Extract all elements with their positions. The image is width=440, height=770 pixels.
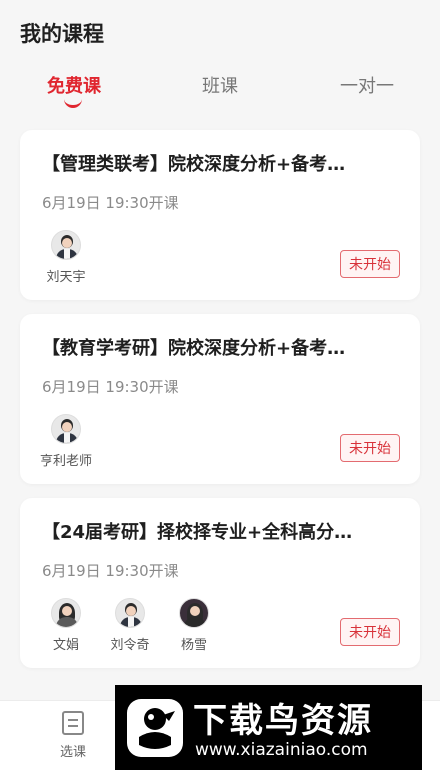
course-time: 6月19日 19:30开课 bbox=[42, 194, 179, 212]
watermark-url: www.xiazainiao.com bbox=[195, 740, 368, 760]
teacher-avatar bbox=[51, 414, 81, 444]
tab-class-courses[interactable]: 班课 bbox=[190, 72, 250, 98]
teacher-name: 杨雪 bbox=[180, 638, 207, 653]
page-title: 我的课程 bbox=[20, 22, 104, 46]
status-badge: 未开始 bbox=[340, 250, 400, 278]
teacher-name: 刘令奇 bbox=[110, 638, 150, 653]
course-time: 6月19日 19:30开课 bbox=[42, 562, 179, 580]
course-tabs: 免费课 班课 一对一 bbox=[0, 72, 440, 112]
course-card[interactable]: 【24届考研】择校择专业+全科高分… 6月19日 19:30开课 文娟 刘令奇 … bbox=[20, 498, 420, 668]
teacher-name: 亨利老师 bbox=[39, 454, 92, 469]
nav-label: 选课 bbox=[59, 745, 86, 760]
watermark: 下载鸟资源 www.xiazainiao.com bbox=[115, 685, 422, 770]
bird-logo-icon bbox=[127, 699, 183, 757]
teacher: 杨雪 bbox=[164, 598, 224, 653]
teacher-avatar bbox=[115, 598, 145, 628]
status-badge: 未开始 bbox=[340, 618, 400, 646]
teacher-avatar bbox=[179, 598, 209, 628]
tab-one-on-one[interactable]: 一对一 bbox=[332, 72, 402, 98]
nav-item-course-select[interactable]: 选课 bbox=[50, 711, 96, 760]
watermark-title: 下载鸟资源 bbox=[193, 701, 373, 741]
course-card[interactable]: 【管理类联考】院校深度分析+备考… 6月19日 19:30开课 刘天宇 未开始 bbox=[20, 130, 420, 300]
teacher: 刘令奇 bbox=[100, 598, 160, 653]
teacher: 文娟 bbox=[36, 598, 96, 653]
teacher-name: 文娟 bbox=[52, 638, 79, 653]
status-badge: 未开始 bbox=[340, 434, 400, 462]
header: 我的课程 免费课 班课 一对一 bbox=[0, 0, 440, 118]
course-card[interactable]: 【教育学考研】院校深度分析+备考… 6月19日 19:30开课 亨利老师 未开始 bbox=[20, 314, 420, 484]
teacher: 亨利老师 bbox=[36, 414, 96, 469]
tab-free-courses[interactable]: 免费课 bbox=[40, 72, 108, 98]
teacher: 刘天宇 bbox=[36, 230, 96, 285]
course-list-icon bbox=[62, 711, 84, 735]
course-title: 【管理类联考】院校深度分析+备考… bbox=[42, 154, 346, 175]
teacher-avatar bbox=[51, 230, 81, 260]
course-title: 【24届考研】择校择专业+全科高分… bbox=[42, 522, 353, 543]
course-title: 【教育学考研】院校深度分析+备考… bbox=[42, 338, 346, 359]
course-time: 6月19日 19:30开课 bbox=[42, 378, 179, 396]
teacher-avatar bbox=[51, 598, 81, 628]
teacher-name: 刘天宇 bbox=[46, 270, 86, 285]
